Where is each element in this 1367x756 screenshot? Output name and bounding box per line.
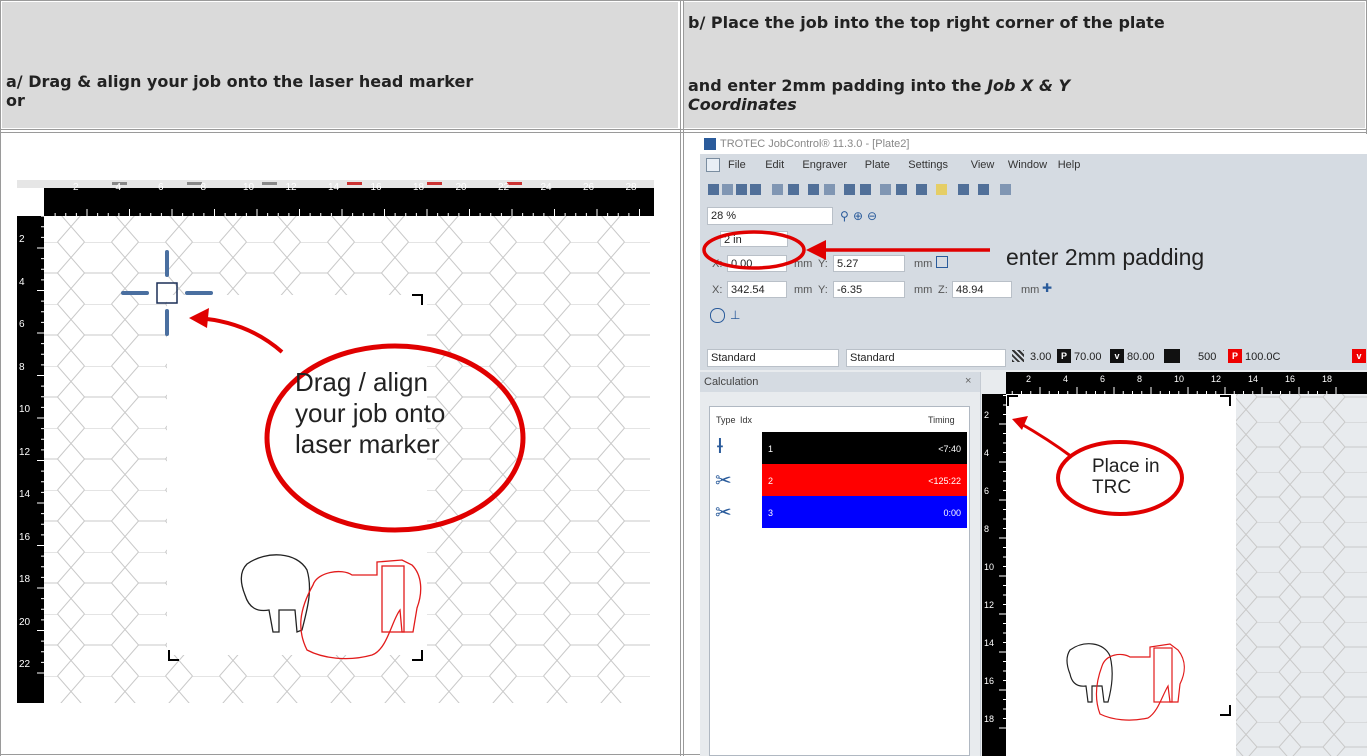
ruler-label: 20 bbox=[19, 616, 31, 628]
table-border bbox=[683, 0, 684, 756]
header-left-line2: or bbox=[6, 91, 25, 110]
ruler-label: 22 bbox=[498, 182, 510, 193]
ruler-label: 10 bbox=[243, 182, 255, 193]
ruler-label: 6 bbox=[158, 182, 164, 193]
ruler-label: 14 bbox=[19, 489, 31, 500]
ruler-label: 24 bbox=[540, 182, 552, 193]
ruler-label: 16 bbox=[19, 531, 31, 543]
left-callout-text: Drag / align your job onto laser marker bbox=[295, 367, 445, 460]
header-right-line3: Coordinates bbox=[688, 95, 797, 114]
ruler-label: 16 bbox=[370, 182, 382, 193]
table-border bbox=[0, 0, 1, 756]
padding-annotation-text: enter 2mm padding bbox=[1006, 244, 1205, 270]
ruler-label: 4 bbox=[115, 182, 122, 193]
ruler-label: 2 bbox=[73, 182, 79, 193]
ruler-label: 14 bbox=[328, 182, 340, 193]
right-screenshot: TROTEC JobControl® 11.3.0 - [Plate2] Fil… bbox=[700, 134, 1367, 756]
ruler-label: 18 bbox=[413, 182, 425, 193]
ruler-label: 12 bbox=[285, 182, 297, 193]
ruler-label: 20 bbox=[455, 182, 467, 193]
ruler-label: 10 bbox=[19, 404, 31, 415]
ruler-label: 8 bbox=[200, 182, 207, 193]
left-callout-line2: your job onto bbox=[295, 398, 446, 428]
header-left-line1: a/ Drag & align your job onto the laser … bbox=[6, 72, 474, 91]
header-right-line1: b/ Place the job into the top right corn… bbox=[688, 13, 1165, 32]
ruler-label: 28 bbox=[625, 182, 637, 193]
ruler-label: 18 bbox=[19, 574, 31, 585]
header-right-line2-text: and enter 2mm padding into the bbox=[688, 76, 988, 95]
table-border bbox=[680, 0, 681, 756]
header-right-line2: and enter 2mm padding into the Job X & Y bbox=[688, 76, 1070, 95]
header-right-line2-emphasis: Job X & Y bbox=[987, 76, 1071, 95]
ruler-label: 26 bbox=[583, 182, 595, 193]
left-callout-line1: Drag / align bbox=[295, 367, 428, 397]
left-screenshot: Drag / align your job onto laser marker … bbox=[17, 180, 654, 703]
ruler-label: 6 bbox=[19, 319, 25, 330]
padding-annotation bbox=[702, 230, 990, 270]
ruler-label: 12 bbox=[19, 446, 31, 458]
header-cell-left bbox=[2, 2, 678, 128]
ruler-label: 4 bbox=[19, 276, 25, 288]
ruler-label: 2 bbox=[19, 234, 25, 245]
ruler-label: 8 bbox=[19, 361, 25, 373]
left-callout-line3: laser marker bbox=[295, 429, 440, 459]
header-right-line3-emphasis: Coordinates bbox=[688, 95, 797, 114]
ruler-label: 22 bbox=[19, 659, 31, 670]
